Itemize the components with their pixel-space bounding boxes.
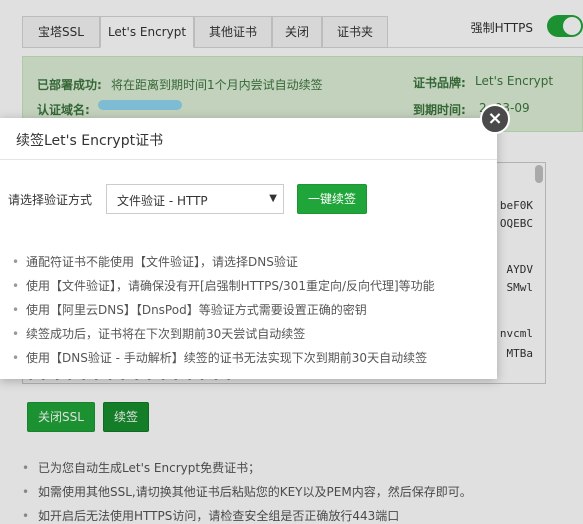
list-item: 通配符证书不能使用【文件验证】，请选择DNS验证 (8, 252, 493, 276)
renew-tips-list: 通配符证书不能使用【文件验证】，请选择DNS验证 使用【文件验证】，请确保没有开… (8, 252, 493, 372)
verify-method-value: 文件验证 - HTTP (117, 194, 208, 208)
one-click-renew-button[interactable]: 一键续签 (297, 184, 367, 214)
verify-method-select[interactable]: 文件验证 - HTTP ▼ (106, 184, 284, 214)
dialog-header: 续签Let's Encrypt证书 (0, 118, 497, 160)
list-item: 使用【文件验证】，请确保没有开[启强制HTTPS/301重定向/反向代理]等功能 (8, 276, 493, 300)
list-item: 使用【阿里云DNS】【DnsPod】等验证方式需要设置正确的密钥 (8, 300, 493, 324)
renew-cert-dialog: 续签Let's Encrypt证书 请选择验证方式 文件验证 - HTTP ▼ … (0, 118, 497, 379)
list-item: 使用【DNS验证 - 手动解析】续签的证书无法实现下次到期前30天自动续签 (8, 348, 493, 372)
verify-method-label: 请选择验证方式 (8, 193, 93, 207)
list-item: 续签成功后，证书将在下次到期前30天尝试自动续签 (8, 324, 493, 348)
close-icon[interactable]: × (480, 104, 510, 134)
dialog-title: 续签Let's Encrypt证书 (16, 133, 164, 149)
caret-down-icon: ▼ (269, 193, 277, 204)
